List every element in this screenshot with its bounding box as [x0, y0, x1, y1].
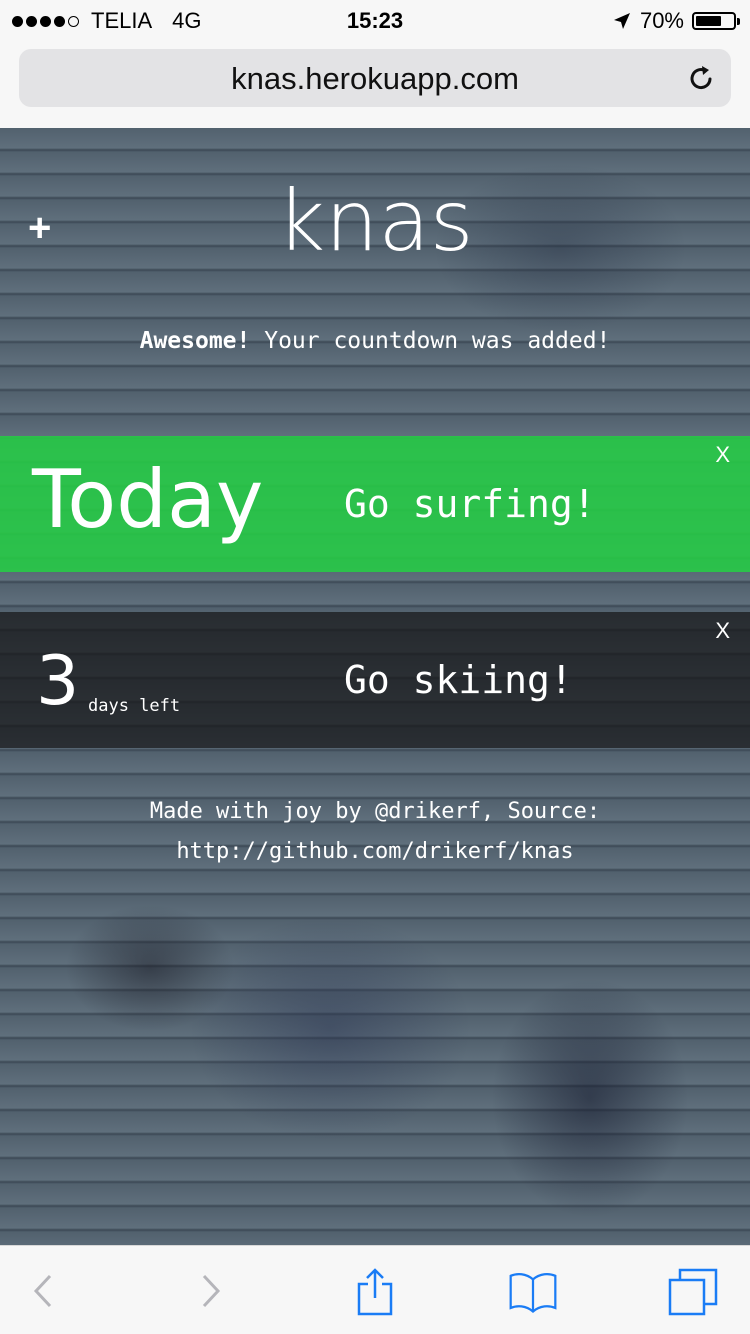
app-title: knas: [276, 172, 474, 270]
url-field[interactable]: knas.herokuapp.com: [19, 49, 731, 107]
countdown-item-future: 3 days left Go skiing! X: [0, 612, 750, 748]
footer-line-1: Made with joy by @drikerf, Source:: [149, 799, 601, 824]
countdown-days-number: 3: [36, 642, 80, 721]
status-bar: TELIA 4G 15:23 70%: [0, 0, 750, 40]
countdown-name: Go skiing!: [344, 658, 573, 702]
reload-icon[interactable]: [685, 62, 717, 94]
footer-credit: Made with joy by @drikerf, Source: http:…: [60, 792, 690, 872]
countdown-days-unit: days left: [88, 696, 181, 716]
countdown-name: Go surfing!: [344, 482, 596, 526]
flash-message: Awesome! Your countdown was added!: [0, 328, 750, 354]
countdown-item-today: Today Go surfing! X: [0, 436, 750, 572]
share-icon[interactable]: [350, 1266, 400, 1316]
tabs-icon[interactable]: [668, 1266, 718, 1316]
forward-icon[interactable]: [186, 1266, 236, 1316]
page-content: + knas Awesome! Your countdown was added…: [0, 128, 750, 1245]
bookmarks-icon[interactable]: [508, 1266, 558, 1316]
remove-countdown-button[interactable]: X: [715, 618, 730, 644]
flash-strong: Awesome!: [139, 328, 251, 354]
location-arrow-icon: [613, 13, 630, 29]
back-icon[interactable]: [22, 1266, 72, 1316]
browser-address-area: knas.herokuapp.com: [0, 40, 750, 128]
url-text[interactable]: knas.herokuapp.com: [19, 61, 731, 97]
remove-countdown-button[interactable]: X: [715, 442, 730, 468]
flash-text: Your countdown was added!: [250, 328, 611, 354]
battery-icon: [692, 12, 740, 30]
countdown-when: Today: [32, 453, 264, 546]
status-right: 70%: [612, 8, 740, 34]
source-link[interactable]: http://github.com/drikerf/knas: [60, 832, 690, 872]
battery-percent: 70%: [639, 8, 684, 33]
browser-toolbar: [0, 1245, 750, 1334]
